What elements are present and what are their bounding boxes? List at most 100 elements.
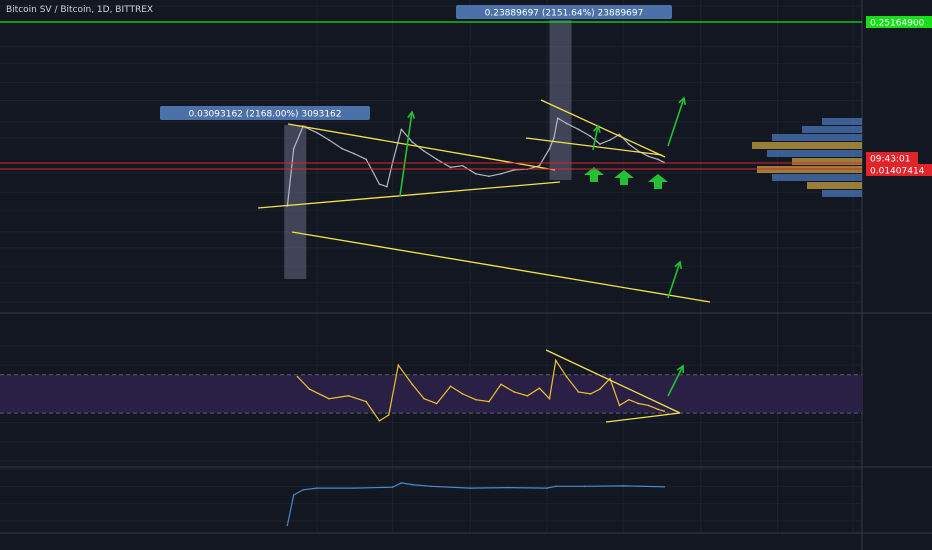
volume-point	[316, 487, 318, 489]
rsi-point	[657, 408, 659, 411]
rsi-point	[647, 404, 650, 407]
price-point	[461, 164, 464, 167]
rsi-point	[589, 393, 592, 395]
price-point	[657, 158, 659, 161]
rsi-point	[474, 398, 477, 401]
volume-profile-bar	[822, 190, 862, 197]
volume-profile-bar	[767, 150, 862, 157]
price-point	[548, 147, 551, 150]
price-point	[538, 164, 541, 167]
rsi-point	[296, 375, 299, 378]
price-point	[577, 128, 580, 131]
info-box-1[interactable]: 0.03093162 (2168.00%) 3093162	[160, 106, 370, 120]
rsi-point	[488, 400, 490, 403]
price-tag-current[interactable]: 0.01407414	[866, 164, 932, 177]
volume-point	[546, 487, 548, 489]
rsi-point	[388, 414, 390, 416]
volume-profile-bar	[792, 158, 862, 165]
price-point	[353, 152, 355, 155]
rsi-point	[378, 419, 381, 422]
price-point	[292, 147, 295, 150]
price-point	[435, 158, 438, 161]
price-point	[647, 155, 650, 158]
price-point	[449, 166, 452, 169]
price-point	[553, 137, 555, 139]
rsi-point	[461, 393, 464, 395]
price-point	[378, 183, 381, 185]
rsi-point	[365, 400, 367, 403]
price-point	[474, 173, 477, 175]
info-box-1-text: 0.03093162 (2168.00%) 3093162	[189, 110, 342, 120]
info-box-2-text: 0.23889697 (2151.64%) 23889697	[485, 9, 644, 19]
rsi-band	[0, 374, 862, 414]
trading-chart[interactable]: Bitcoin SV / Bitcoin, 1D, BITTREX 0.0309…	[0, 0, 932, 550]
price-point	[328, 139, 330, 141]
rsi-point	[637, 402, 640, 405]
price-point	[565, 122, 568, 125]
rsi-point	[628, 398, 630, 401]
price-point	[628, 143, 630, 145]
price-tag-current-text: 0.01407414	[870, 167, 925, 177]
volume-profile-bar	[802, 126, 862, 133]
volume-profile-bar	[822, 118, 862, 125]
price-point	[556, 117, 559, 119]
volume-point	[292, 494, 295, 496]
price-tag-clock-text: 09:43:01	[870, 155, 910, 165]
rsi-point	[435, 402, 438, 405]
volume-point	[400, 482, 403, 484]
rsi-point	[526, 395, 529, 397]
volume-point	[622, 485, 625, 487]
rsi-point	[513, 391, 516, 393]
rsi-point	[328, 397, 330, 400]
price-point	[365, 158, 367, 161]
rsi-point	[397, 364, 400, 366]
volume-point	[353, 487, 355, 489]
price-tag-clock[interactable]: 09:43:01	[866, 152, 918, 165]
rsi-point	[411, 383, 413, 386]
volume-profile-bar	[772, 174, 862, 181]
chart-stage: Bitcoin SV / Bitcoin, 1D, BITTREX 0.0309…	[0, 0, 932, 550]
price-point	[618, 133, 621, 136]
rsi-point	[347, 395, 350, 397]
price-point	[386, 185, 388, 188]
volume-profile-bar	[772, 134, 862, 141]
price-tag-green[interactable]: 0.25164900	[866, 16, 932, 29]
price-tag-green-text: 0.25164900	[870, 19, 925, 29]
rsi-point	[500, 383, 502, 386]
rsi-point	[577, 391, 580, 393]
rsi-point	[308, 388, 311, 390]
volume-profile-bar	[807, 182, 862, 189]
volume-point	[430, 485, 432, 488]
volume-point	[584, 485, 586, 488]
rsi-point	[555, 359, 557, 362]
rsi-point	[538, 387, 541, 389]
volume-point	[411, 483, 413, 486]
rsi-point	[548, 397, 551, 400]
volume-point	[391, 486, 394, 489]
volume-profile-bar	[752, 142, 862, 149]
volume-point	[286, 524, 289, 527]
rsi-point	[423, 397, 425, 400]
rsi-point	[599, 388, 601, 390]
price-point	[316, 131, 318, 134]
rsi-point	[449, 385, 452, 388]
volume-point	[302, 489, 304, 491]
price-point	[341, 147, 344, 150]
volume-point	[555, 485, 557, 488]
price-point	[488, 175, 490, 178]
rsi-point	[565, 375, 568, 378]
volume-point	[663, 485, 666, 488]
price-point	[400, 128, 403, 131]
rsi-band-layer	[0, 374, 862, 414]
price-point	[609, 139, 611, 141]
price-point	[589, 135, 592, 137]
highlight-zone-2	[549, 20, 572, 180]
price-point	[599, 143, 601, 145]
info-box-2[interactable]: 0.23889697 (2151.64%) 23889697	[456, 5, 672, 19]
volume-point	[469, 487, 471, 489]
chart-title: Bitcoin SV / Bitcoin, 1D, BITTREX	[6, 5, 153, 15]
price-point	[423, 150, 425, 152]
rsi-point	[618, 404, 621, 407]
volume-point	[507, 486, 510, 489]
price-point	[500, 173, 502, 175]
